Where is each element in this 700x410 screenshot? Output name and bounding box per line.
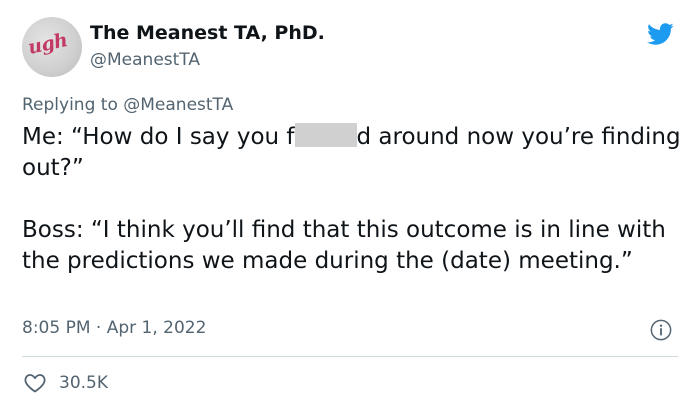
tweet-timestamp[interactable]: 8:05 PM · Apr 1, 2022 (22, 318, 206, 338)
censor-block (294, 123, 357, 147)
tweet-paragraph-1: Me: “How do I say you fd around now you’… (22, 122, 682, 184)
twitter-bird-icon[interactable] (644, 20, 676, 48)
tweet-card: ugh The Meanest TA, PhD. @MeanestTA Repl… (0, 0, 700, 410)
avatar-text: ugh (26, 29, 70, 59)
replying-to[interactable]: Replying to @MeanestTA (22, 95, 233, 115)
user-handle[interactable]: @MeanestTA (90, 50, 200, 70)
like-button[interactable]: 30.5K (22, 371, 108, 395)
avatar[interactable]: ugh (22, 17, 82, 77)
like-count: 30.5K (59, 373, 108, 393)
info-icon[interactable] (650, 319, 672, 341)
display-name[interactable]: The Meanest TA, PhD. (90, 22, 325, 44)
heart-icon[interactable] (22, 371, 48, 395)
tweet-paragraph-2: Boss: “I think you’ll find that this out… (22, 217, 666, 274)
tweet-text-part: Me: “How do I say you f (22, 124, 295, 150)
tweet-text: Me: “How do I say you fd around now you’… (22, 122, 682, 277)
divider (22, 356, 678, 357)
